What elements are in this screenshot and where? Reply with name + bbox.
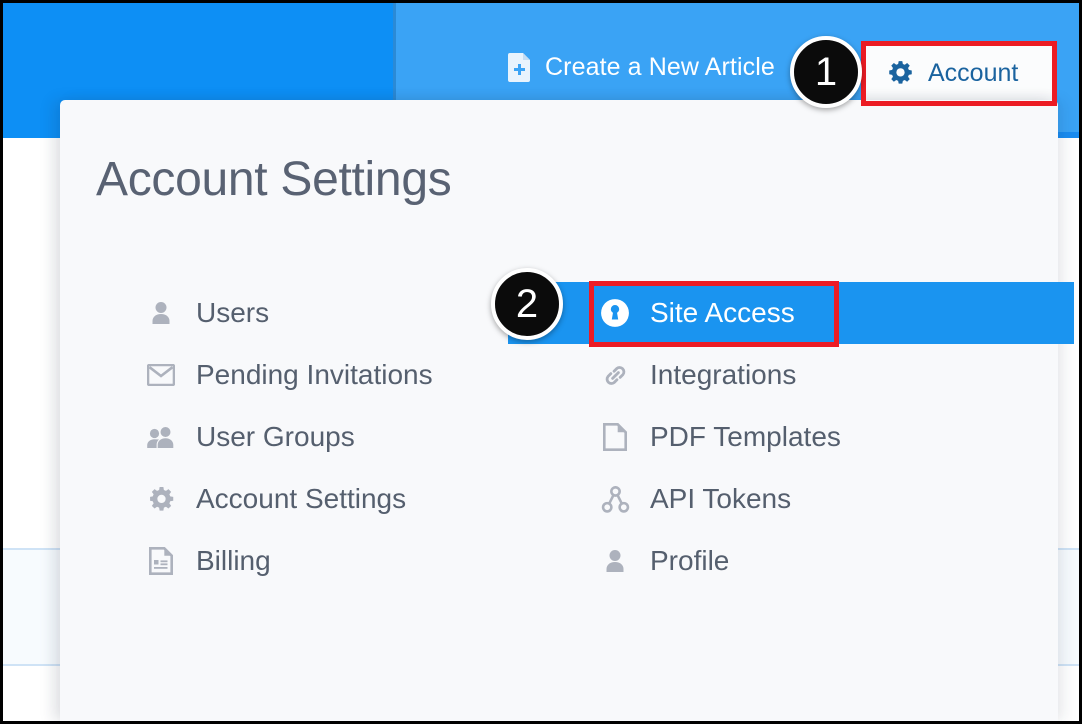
annotation-badge-2: 2 xyxy=(491,268,563,340)
menu-item-user-groups[interactable]: User Groups xyxy=(96,406,526,468)
page-title: Account Settings xyxy=(96,153,452,206)
gear-icon xyxy=(146,484,176,514)
gear-icon xyxy=(887,60,914,87)
menu-item-users[interactable]: Users xyxy=(96,282,526,344)
create-new-article-button[interactable]: Create a New Article xyxy=(508,53,775,82)
menu-item-pending-invitations[interactable]: Pending Invitations xyxy=(96,344,526,406)
lock-keyhole-icon xyxy=(600,298,630,328)
user-icon xyxy=(600,546,630,576)
user-icon xyxy=(146,298,176,328)
menu-item-label: Account Settings xyxy=(196,483,407,514)
page-icon xyxy=(600,422,630,452)
menu-column-right: Site Access Integrations PDF Templates A… xyxy=(508,282,1074,592)
menu-item-billing[interactable]: Billing xyxy=(96,530,526,592)
users-group-icon xyxy=(146,422,176,452)
menu-item-label: Profile xyxy=(650,545,730,576)
menu-item-site-access[interactable]: Site Access xyxy=(508,282,1074,344)
menu-item-account-settings[interactable]: Account Settings xyxy=(96,468,526,530)
document-plus-icon xyxy=(508,53,532,82)
menu-item-label: Integrations xyxy=(650,359,797,390)
menu-item-integrations[interactable]: Integrations xyxy=(550,344,1058,406)
menu-item-label: User Groups xyxy=(196,421,355,452)
menu-item-label: API Tokens xyxy=(650,483,792,514)
menu-item-label: Users xyxy=(196,297,270,328)
menu-item-label: Site Access xyxy=(650,297,795,328)
account-button[interactable]: Account xyxy=(865,45,1053,102)
screenshot-root: Create a New Article Account Account Set… xyxy=(0,0,1082,724)
menu-item-label: Pending Invitations xyxy=(196,359,433,390)
invoice-icon xyxy=(146,546,176,576)
menu-item-label: PDF Templates xyxy=(650,421,841,452)
menu-item-label: Billing xyxy=(196,545,271,576)
account-settings-dropdown: Account Settings Users Pending Invitatio… xyxy=(60,100,1074,721)
link-chain-icon xyxy=(600,360,630,390)
menu-item-pdf-templates[interactable]: PDF Templates xyxy=(550,406,1058,468)
annotation-badge-1: 1 xyxy=(790,36,862,108)
menu-item-profile[interactable]: Profile xyxy=(550,530,1058,592)
envelope-icon xyxy=(146,360,176,390)
menu-item-api-tokens[interactable]: API Tokens xyxy=(550,468,1058,530)
menu-column-left: Users Pending Invitations User Groups Ac… xyxy=(96,282,526,592)
create-new-article-label: Create a New Article xyxy=(545,53,775,81)
account-label: Account xyxy=(928,59,1019,87)
sitemap-icon xyxy=(600,484,630,514)
